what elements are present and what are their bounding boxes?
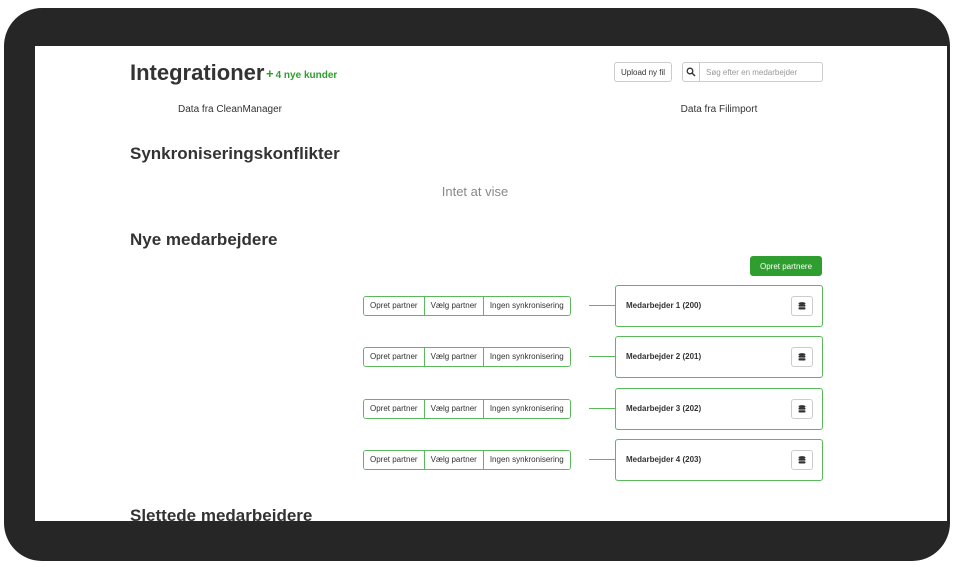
database-button[interactable] (791, 296, 813, 316)
employee-row: Opret partner Vælg partner Ingen synkron… (35, 439, 947, 481)
database-icon (798, 301, 806, 309)
upload-file-button[interactable]: Upload ny fil (614, 62, 673, 82)
search-group (682, 62, 823, 82)
employee-card: Medarbejder 4 (203) (615, 439, 823, 481)
employee-name: Medarbejder 4 (203) (626, 455, 702, 464)
no-sync-button[interactable]: Ingen synkronisering (482, 297, 570, 315)
database-icon (798, 455, 806, 463)
employee-name: Medarbejder 3 (202) (626, 404, 702, 413)
database-button[interactable] (791, 450, 813, 470)
choose-partner-button[interactable]: Vælg partner (423, 348, 483, 366)
choose-partner-button[interactable]: Vælg partner (423, 400, 483, 418)
row-action-group: Opret partner Vælg partner Ingen synkron… (363, 399, 571, 419)
choose-partner-button[interactable]: Vælg partner (423, 451, 483, 469)
column-header-left: Data fra CleanManager (178, 104, 282, 115)
plus-icon: + (266, 66, 274, 81)
no-sync-button[interactable]: Ingen synkronisering (482, 348, 570, 366)
no-sync-button[interactable]: Ingen synkronisering (482, 400, 570, 418)
new-customers-label: 4 nye kunder (275, 70, 338, 81)
connector-line (589, 356, 615, 357)
connector-line (589, 459, 615, 460)
employee-name: Medarbejder 2 (201) (626, 352, 702, 361)
conflicts-heading: Synkroniseringskonflikter (130, 144, 340, 163)
search-icon[interactable] (683, 63, 700, 81)
row-action-group: Opret partner Vælg partner Ingen synkron… (363, 296, 571, 316)
create-partner-button[interactable]: Opret partner (364, 348, 424, 366)
database-button[interactable] (791, 347, 813, 367)
employee-card: Medarbejder 1 (200) (615, 285, 823, 327)
employee-row: Opret partner Vælg partner Ingen synkron… (35, 285, 947, 327)
connector-line (589, 305, 615, 306)
search-input[interactable] (700, 63, 822, 81)
row-action-group: Opret partner Vælg partner Ingen synkron… (363, 450, 571, 470)
database-button[interactable] (791, 399, 813, 419)
empty-state: Intet at vise (441, 184, 509, 199)
employee-row: Opret partner Vælg partner Ingen synkron… (35, 388, 947, 430)
page-title: Integrationer (130, 60, 265, 85)
database-icon (798, 404, 806, 412)
employee-card: Medarbejder 2 (201) (615, 336, 823, 378)
new-customers-badge[interactable]: +4 nye kunder (266, 66, 337, 81)
choose-partner-button[interactable]: Vælg partner (423, 297, 483, 315)
no-sync-button[interactable]: Ingen synkronisering (482, 451, 570, 469)
app-screen: Integrationer +4 nye kunder Upload ny fi… (35, 46, 947, 521)
create-partner-button[interactable]: Opret partner (364, 400, 424, 418)
new-employees-heading: Nye medarbejdere (130, 230, 278, 249)
column-header-right: Data fra Filimport (680, 104, 758, 115)
row-action-group: Opret partner Vælg partner Ingen synkron… (363, 347, 571, 367)
employee-name: Medarbejder 1 (200) (626, 301, 702, 310)
database-icon (798, 352, 806, 360)
create-partners-button[interactable]: Opret partnere (750, 256, 822, 276)
deleted-employees-heading: Slettede medarbejdere (130, 506, 313, 521)
employee-row: Opret partner Vælg partner Ingen synkron… (35, 336, 947, 378)
connector-line (589, 408, 615, 409)
create-partner-button[interactable]: Opret partner (364, 297, 424, 315)
create-partner-button[interactable]: Opret partner (364, 451, 424, 469)
employee-card: Medarbejder 3 (202) (615, 388, 823, 430)
